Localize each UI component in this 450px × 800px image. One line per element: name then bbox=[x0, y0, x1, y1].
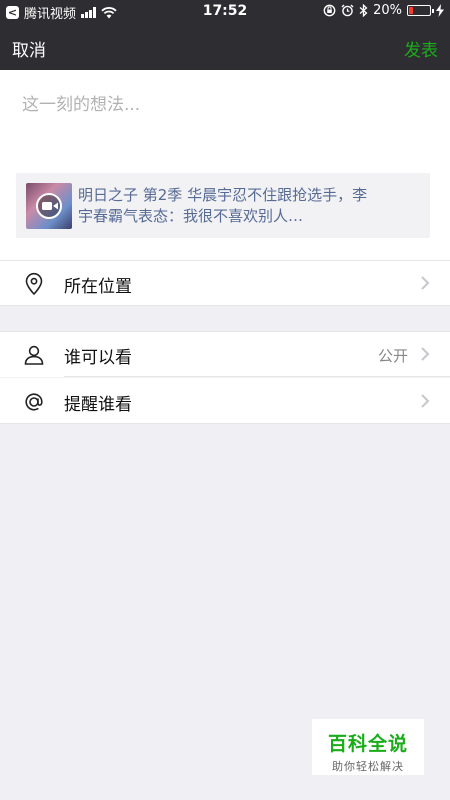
video-thumbnail bbox=[26, 182, 72, 229]
person-icon bbox=[24, 345, 44, 365]
at-icon bbox=[25, 393, 43, 411]
nav-bar: 取消 发表 bbox=[0, 24, 450, 70]
location-label: 所在位置 bbox=[64, 277, 132, 297]
battery-icon bbox=[407, 5, 434, 16]
compose-area: 这一刻的想法... 明日之子 第2季 华晨宇忍不住跟抢选手，李宇春霸气表态：我很… bbox=[0, 70, 450, 260]
shared-video-title: 明日之子 第2季 华晨宇忍不住跟抢选手，李宇春霸气表态：我很不喜欢别人… bbox=[78, 185, 368, 225]
visibility-value: 公开 bbox=[377, 347, 408, 365]
watermark-title: 百科全说 bbox=[327, 733, 408, 755]
bluetooth-icon bbox=[359, 4, 368, 17]
chevron-right-icon bbox=[421, 276, 430, 290]
status-right: 20% bbox=[323, 3, 444, 18]
battery-level-fill bbox=[409, 7, 414, 14]
rotation-lock-icon bbox=[323, 4, 336, 17]
mention-label: 提醒谁看 bbox=[64, 395, 132, 415]
alarm-icon bbox=[341, 4, 354, 17]
location-pin-icon bbox=[25, 272, 43, 296]
visibility-label: 谁可以看 bbox=[64, 348, 132, 368]
post-button[interactable]: 发表 bbox=[404, 36, 438, 61]
mention-row[interactable]: 提醒谁看 bbox=[0, 378, 450, 424]
cancel-button[interactable]: 取消 bbox=[12, 36, 46, 61]
watermark-logo: 百科全说 助你轻松解决 bbox=[312, 719, 424, 775]
charging-bolt-icon bbox=[436, 4, 444, 17]
location-row[interactable]: 所在位置 bbox=[0, 260, 450, 306]
battery-percent: 20% bbox=[373, 3, 402, 18]
video-play-icon bbox=[36, 192, 62, 219]
chevron-right-icon bbox=[421, 347, 430, 361]
shared-video-card[interactable]: 明日之子 第2季 华晨宇忍不住跟抢选手，李宇春霸气表态：我很不喜欢别人… bbox=[16, 173, 430, 238]
chevron-right-icon bbox=[421, 394, 430, 408]
status-bar: < 腾讯视频 17:52 20% bbox=[0, 0, 450, 24]
thought-input[interactable]: 这一刻的想法... bbox=[22, 90, 140, 115]
visibility-row[interactable]: 谁可以看 公开 bbox=[0, 331, 450, 377]
watermark-subtitle: 助你轻松解决 bbox=[332, 760, 404, 773]
